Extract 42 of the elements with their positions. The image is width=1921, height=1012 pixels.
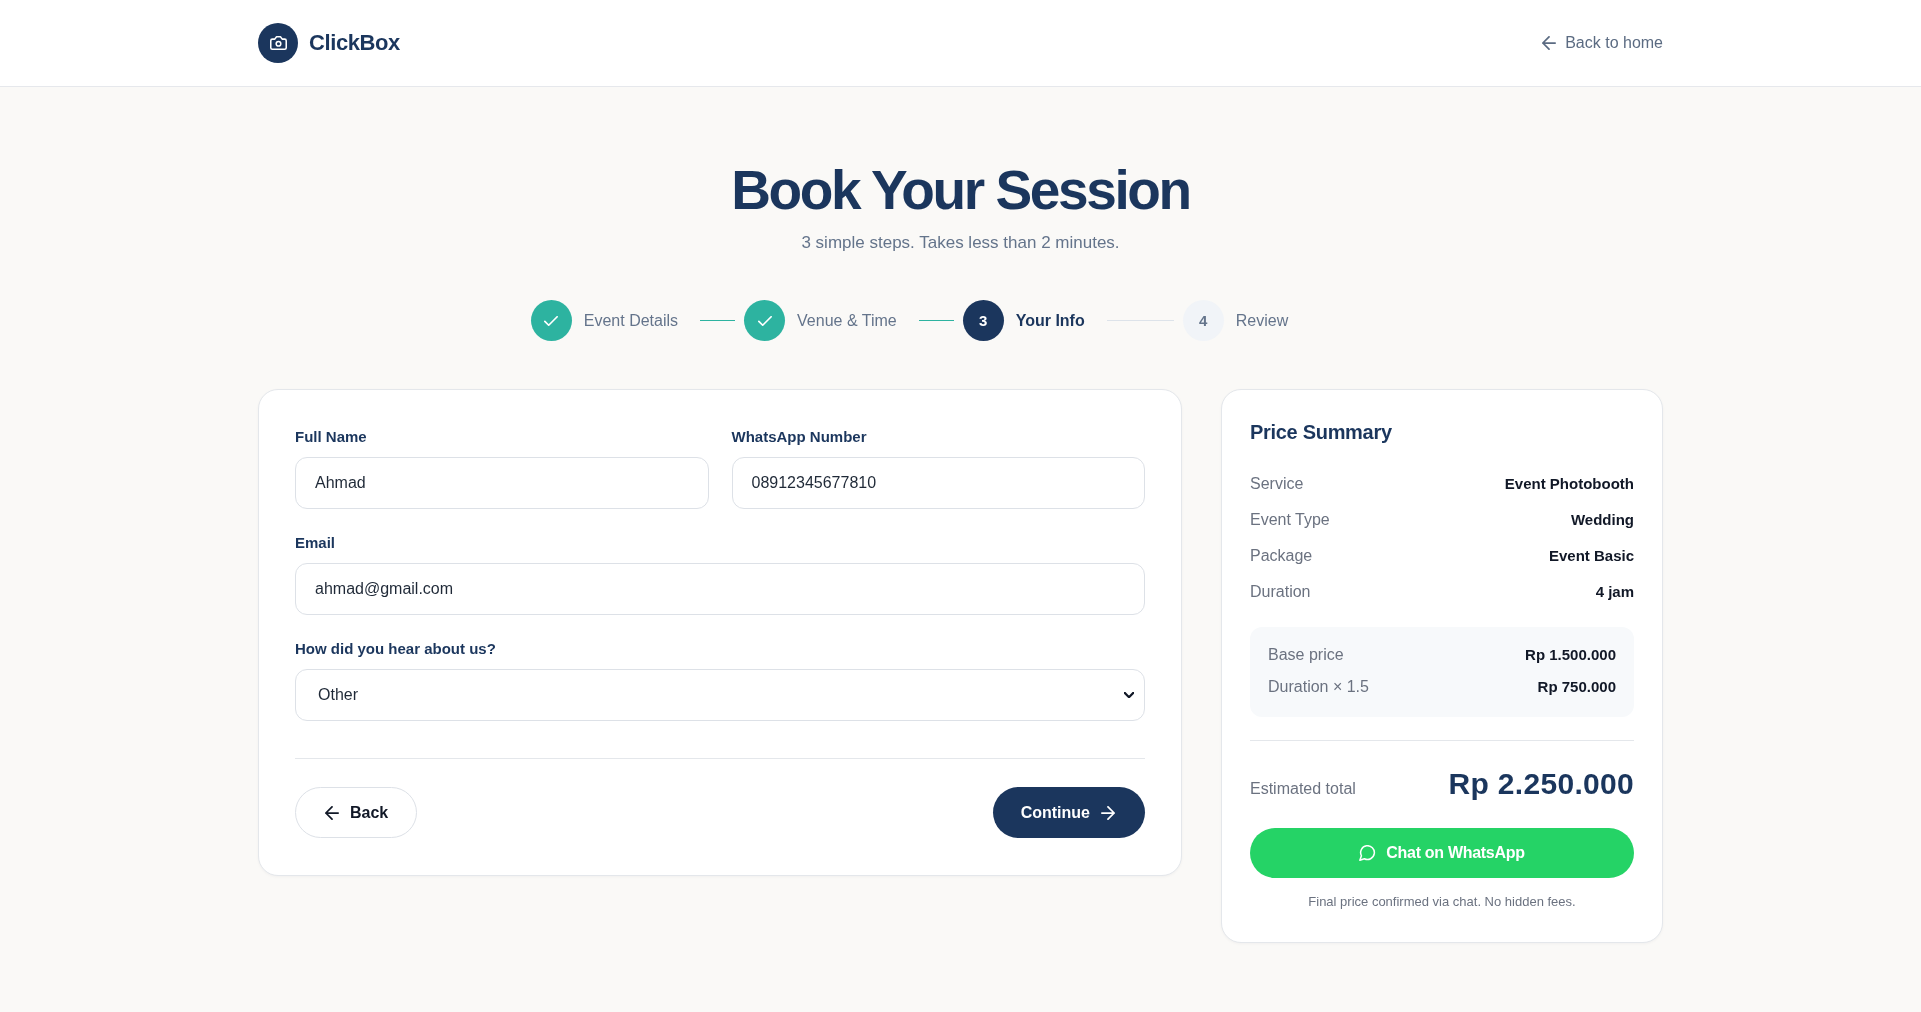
arrow-left-icon	[1542, 36, 1557, 50]
total-label: Estimated total	[1250, 780, 1356, 798]
summary-value: Event Basic	[1548, 546, 1634, 566]
summary-label: Package	[1250, 546, 1313, 566]
arrow-right-icon	[1101, 805, 1115, 820]
summary-value: Event Photobooth	[1504, 474, 1634, 494]
breakdown-label: Base price	[1268, 645, 1344, 665]
step-label: Venue & Time	[797, 311, 897, 330]
total-value: Rp 2.250.000	[1448, 766, 1634, 802]
breakdown-label: Duration × 1.5	[1268, 677, 1369, 697]
step-label: Your Info	[1015, 311, 1085, 330]
brand-name: ClickBox	[309, 30, 400, 56]
arrow-left-icon	[325, 805, 339, 820]
summary-value: 4 jam	[1595, 582, 1634, 602]
summary-label: Event Type	[1250, 510, 1330, 530]
step-label: Review	[1235, 311, 1289, 330]
step-number: 3	[962, 300, 1004, 341]
back-to-home-link[interactable]: Back to home	[1542, 34, 1663, 52]
chevron-down-icon	[1124, 692, 1134, 698]
summary-label: Duration	[1250, 582, 1311, 602]
input-field[interactable]: 08912345677810	[731, 457, 1145, 509]
step-number: 4	[1182, 300, 1224, 341]
input-field[interactable]: ahmad@gmail.com	[295, 563, 1145, 615]
field-label: WhatsApp Number	[731, 428, 868, 446]
price-note: Final price confirmed via chat. No hidden fees.	[1307, 893, 1577, 911]
step-label: Event Details	[583, 311, 679, 330]
input-field[interactable]: Ahmad	[295, 457, 709, 509]
field-label: Full Name	[295, 428, 368, 446]
summary-value: Wedding	[1570, 510, 1634, 530]
camera-logo-icon	[258, 23, 298, 63]
continue-button[interactable]: Continue	[992, 787, 1145, 838]
page-subtitle: 3 simple steps. Takes less than 2 minutes.	[801, 232, 1120, 254]
breakdown-value: Rp 1.500.000	[1525, 645, 1616, 665]
summary-title: Price Summary	[1250, 420, 1393, 445]
speech-bubble-icon	[1359, 845, 1377, 861]
breakdown-value: Rp 750.000	[1537, 677, 1616, 697]
field-label: How did you hear about us?	[295, 640, 497, 658]
field-label: Email	[295, 534, 337, 552]
select-field[interactable]: Other	[295, 669, 1145, 721]
page-title: Book Your Session	[731, 158, 1190, 222]
back-button[interactable]: Back	[295, 787, 418, 838]
summary-label: Service	[1250, 474, 1304, 494]
